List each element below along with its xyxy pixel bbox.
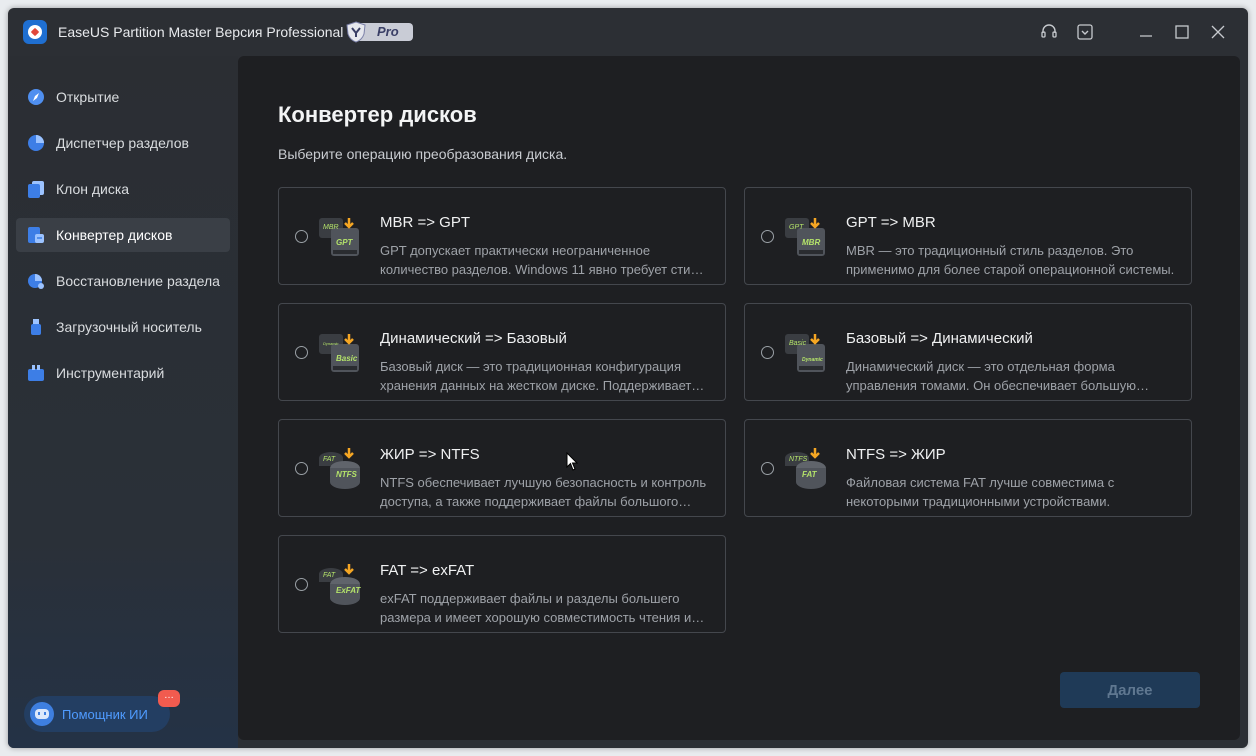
sidebar-item-label: Инструментарий [56,365,165,381]
basic-to-dynamic-disk-icon: Basic Dynamic [785,334,825,372]
sidebar-item-label: Конвертер дисков [56,227,173,243]
sidebar-item-label: Открытие [56,89,120,105]
shield-icon [346,21,366,43]
sidebar-item-disk-clone[interactable]: Клон диска [16,172,230,206]
option-radio[interactable] [295,578,308,591]
option-card-basic-to-dynamic[interactable]: Basic Dynamic Базовый => Динамический Дин… [744,303,1192,401]
option-title: Динамический => Базовый [380,330,567,347]
option-title: GPT => MBR [846,214,936,231]
disk-from-label: NTFS [789,456,808,463]
menu-dropdown-icon[interactable] [1075,22,1095,42]
disk-from-label: FAT [323,456,336,463]
option-card-ntfs-to-fat[interactable]: NTFS FAT NTFS => ЖИР Файловая система FAT… [744,419,1192,517]
option-card-gpt-to-mbr[interactable]: GPT MBR GPT => MBR MBR — это традиционный… [744,187,1192,285]
ai-assistant-label: Помощник ИИ [62,707,148,722]
page-subtitle: Выберите операцию преобразования диска. [278,146,568,162]
app-title: EaseUS Partition Master Версия Professio… [58,24,344,40]
option-radio[interactable] [295,346,308,359]
option-description: NTFS обеспечивает лучшую безопасность и … [380,475,707,509]
sidebar-item-label: Клон диска [56,181,130,197]
recovery-icon [28,274,44,289]
fat-to-ntfs-disk-icon: FATNTFS [319,448,360,489]
gpt-to-mbr-disk-icon: GPT MBR [785,218,825,256]
main-panel: Конвертер дисков Выберите операцию преоб… [238,56,1240,740]
maximize-icon[interactable] [1172,22,1192,42]
option-description: Базовый диск — это традиционная конфигур… [380,359,705,393]
option-title: ЖИР => NTFS [380,446,480,463]
toolbox-icon [28,365,44,381]
option-card-fat-to-ntfs[interactable]: FAT NTFS ЖИР => NTFS NTFS обеспечивает лу… [278,419,726,517]
option-description: Файловая система FAT лучше совместима с … [846,475,1115,509]
disk-to-label: Basic [336,354,358,363]
sidebar-item-open[interactable]: Открытие [16,80,230,114]
pie-chart-icon [28,135,44,151]
sidebar-item-toolkit[interactable]: Инструментарий [16,356,230,390]
pro-badge-label: Pro [377,24,399,39]
option-description: MBR — это традиционный стиль разделов. Э… [846,243,1175,277]
chat-bubble-icon: … [158,690,180,707]
disk-to-label: GPT [336,238,354,247]
title-bar: EaseUS Partition Master Версия Professio… [8,8,1248,56]
option-title: MBR => GPT [380,214,471,231]
option-description: GPT допускает практически неограниченное… [380,243,705,277]
close-icon[interactable] [1208,22,1228,42]
option-description: Динамический диск — это отдельная форма … [846,359,1136,393]
option-title: Базовый => Динамический [846,330,1033,347]
compass-icon [28,89,44,105]
sidebar-item-label: Восстановление раздела [56,273,220,289]
option-title: FAT => exFAT [380,562,475,579]
disk-from-label: MBR [323,224,339,231]
option-radio[interactable] [761,462,774,475]
disk-to-label: ExFAT [336,586,361,595]
ai-assistant-button[interactable]: Помощник ИИ … [24,690,180,732]
option-radio[interactable] [761,346,774,359]
mbr-to-gpt-disk-icon: MBR GPT [319,218,359,256]
app-window: EaseUS Partition Master Версия Professio… [8,8,1248,748]
minimize-icon[interactable] [1136,22,1156,42]
pro-badge: Pro [345,21,415,43]
disk-to-label: MBR [802,238,820,247]
option-card-dynamic-to-basic[interactable]: Dynamic Basic Динамический => Базовый Баз… [278,303,726,401]
sidebar-item-label: Диспетчер разделов [56,135,189,151]
disk-convert-icon [28,227,44,243]
ntfs-to-fat-disk-icon: NTFS FAT [785,448,826,489]
sidebar-item-partition-recovery[interactable]: Восстановление раздела [16,264,230,298]
option-card-fat-to-exfat[interactable]: FAT ExFAT FAT => exFAT exFAT поддерживает… [278,535,726,633]
sidebar-item-disk-converter[interactable]: Конвертер дисков [16,218,230,252]
disk-from-label: GPT [789,224,804,231]
robot-icon [30,702,54,726]
sidebar: Открытие Диспетчер разделов Клон диска К… [8,56,238,748]
sidebar-item-bootable-media[interactable]: Загрузочный носитель [16,310,230,344]
app-logo-icon [23,20,47,44]
fat-to-exfat-disk-icon: FATExFAT [319,564,361,605]
page-title: Конвертер дисков [278,102,477,127]
sidebar-item-label: Загрузочный носитель [56,319,202,335]
disk-to-label: NTFS [336,470,358,479]
disk-from-label: Dynamic [323,341,339,346]
option-description: exFAT поддерживает файлы и разделы больш… [380,591,692,625]
disk-from-label: FAT [323,572,336,579]
next-button[interactable]: Далее [1060,672,1200,708]
mouse-cursor-icon [566,452,579,471]
dynamic-to-basic-disk-icon: Dynamic Basic [319,334,359,372]
option-title: NTFS => ЖИР [846,446,946,463]
disk-to-label: FAT [802,470,818,479]
usb-icon [31,319,41,335]
option-radio[interactable] [295,230,308,243]
sidebar-item-partition-manager[interactable]: Диспетчер разделов [16,126,230,160]
option-radio[interactable] [295,462,308,475]
disk-to-label: Dynamic [802,357,823,363]
disk-from-label: Basic [789,340,807,347]
support-headset-icon[interactable] [1039,22,1059,42]
clone-icon [28,181,44,198]
option-card-mbr-to-gpt[interactable]: MBR GPT MBR => GPT GPT допускает практиче… [278,187,726,285]
option-radio[interactable] [761,230,774,243]
